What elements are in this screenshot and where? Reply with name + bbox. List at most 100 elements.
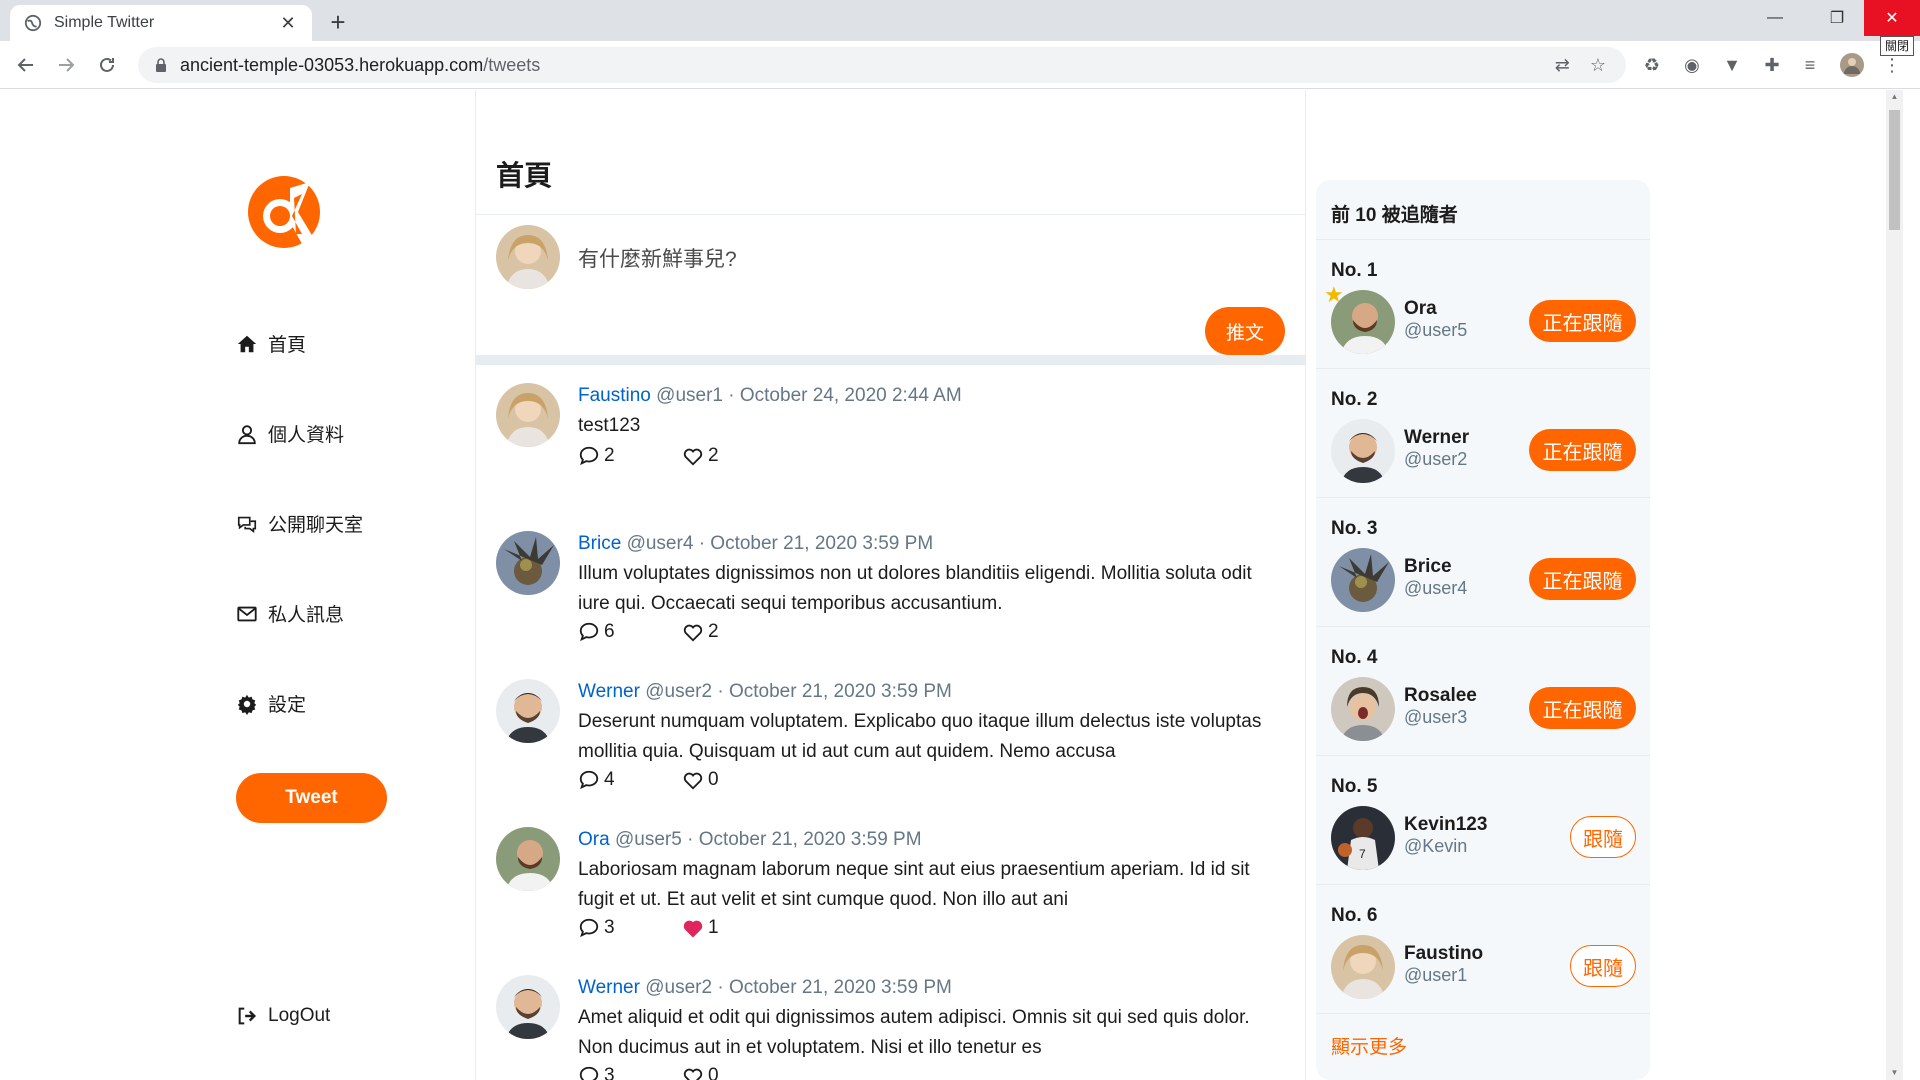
like-button[interactable]: 1 (682, 917, 786, 939)
following-button[interactable]: 正在跟隨 (1529, 429, 1636, 471)
top-user-avatar[interactable] (1331, 935, 1395, 999)
composer-input[interactable]: 有什麼新鮮事兒? (578, 243, 737, 273)
kebab-menu-icon[interactable]: ⋮ (1880, 53, 1904, 77)
top-user-handle: @user4 (1404, 578, 1468, 598)
tweet-author-name[interactable]: Werner (578, 681, 640, 702)
top-user-name[interactable]: Faustino (1404, 943, 1483, 965)
nav-private-messages-label: 私人訊息 (268, 605, 345, 626)
top-user-item: No. 5 7 Kevin123 @Kevin 跟隨 (1316, 756, 1650, 885)
restore-button[interactable]: ❐ (1806, 0, 1868, 36)
browser-tab[interactable]: Simple Twitter ✕ (10, 5, 312, 41)
arrow-right-icon (59, 58, 75, 72)
url-path: /tweets (483, 54, 541, 75)
following-button[interactable]: 正在跟隨 (1529, 558, 1636, 600)
extension-v-icon[interactable]: ▼ (1720, 53, 1744, 77)
tweet-avatar[interactable] (496, 383, 560, 447)
top-user-name[interactable]: Ora (1404, 298, 1437, 320)
tweet-timestamp: October 24, 2020 2:44 AM (739, 385, 962, 406)
tweet-item[interactable]: Werner @user2 · October 21, 2020 3:59 PM… (476, 661, 1305, 809)
like-button[interactable]: 2 (682, 621, 786, 643)
like-button[interactable]: 2 (682, 445, 786, 467)
tweet-item[interactable]: Werner @user2 · October 21, 2020 3:59 PM… (476, 957, 1305, 1080)
nav-profile[interactable]: 個人資料 (236, 420, 344, 447)
tweet-avatar[interactable] (496, 679, 560, 743)
extension-circle-icon[interactable]: ◉ (1680, 53, 1704, 77)
tweet-item[interactable]: Ora @user5 · October 21, 2020 3:59 PM La… (476, 809, 1305, 957)
top-user-handle: @user5 (1404, 320, 1468, 340)
top-user-name[interactable]: Werner (1404, 427, 1469, 449)
rank-number: No. 5 (1331, 776, 1378, 797)
extensions-puzzle-icon[interactable]: ✚ (1760, 53, 1784, 77)
back-button[interactable] (12, 51, 40, 79)
like-count: 2 (708, 621, 719, 642)
nav-public-chat-label: 公開聊天室 (268, 515, 364, 536)
rank-number: No. 1 (1331, 260, 1378, 281)
profile-avatar-icon[interactable] (1840, 53, 1864, 77)
tweet-actions: 6 2 (578, 621, 786, 643)
like-count: 1 (708, 917, 719, 938)
tweet-composer: 有什麼新鮮事兒? 推文 (476, 215, 1305, 365)
tweet-separator: · (717, 681, 724, 702)
tweet-author-name[interactable]: Faustino (578, 385, 651, 406)
forward-button[interactable] (52, 51, 80, 79)
tab-close-icon[interactable]: ✕ (278, 13, 298, 34)
like-count: 0 (708, 1065, 719, 1080)
tweet-avatar[interactable] (496, 531, 560, 595)
reply-count: 3 (604, 917, 615, 938)
reply-button[interactable]: 6 (578, 621, 682, 643)
new-tab-button[interactable]: + (322, 6, 354, 38)
tweet-avatar[interactable] (496, 975, 560, 1039)
follow-button[interactable]: 跟隨 (1570, 816, 1636, 858)
scrollbar-thumb[interactable] (1889, 110, 1900, 230)
post-tweet-button[interactable]: 推文 (1205, 307, 1285, 355)
follow-button[interactable]: 跟隨 (1570, 945, 1636, 987)
scroll-up-icon[interactable]: ▲ (1886, 90, 1903, 104)
sidebar-tweet-button[interactable]: Tweet (236, 773, 387, 823)
top-user-item: No. 3 Brice @user4 正在跟隨 (1316, 498, 1650, 627)
top-user-avatar[interactable] (1331, 419, 1395, 483)
bookmark-star-icon[interactable]: ☆ (1590, 55, 1606, 76)
top-user-avatar[interactable]: 7 (1331, 806, 1395, 870)
close-window-button[interactable]: ✕ (1864, 0, 1920, 36)
reload-button[interactable] (93, 51, 121, 79)
reply-button[interactable]: 3 (578, 1065, 682, 1080)
top-user-avatar[interactable] (1331, 548, 1395, 612)
svg-text:7: 7 (1359, 847, 1366, 861)
tweet-author-name[interactable]: Brice (578, 533, 621, 554)
logout-button[interactable]: LogOut (236, 1005, 330, 1027)
following-button[interactable]: 正在跟隨 (1529, 687, 1636, 729)
show-more-link[interactable]: 顯示更多 (1331, 1032, 1407, 1059)
top-user-name[interactable]: Brice (1404, 556, 1452, 578)
translate-icon[interactable]: ⇄ (1555, 55, 1570, 76)
following-button[interactable]: 正在跟隨 (1529, 300, 1636, 342)
nav-private-messages[interactable]: 私人訊息 (236, 600, 344, 627)
reading-list-icon[interactable]: ≡ (1798, 53, 1822, 77)
tweet-author-name[interactable]: Ora (578, 829, 610, 850)
tweet-avatar[interactable] (496, 827, 560, 891)
tweet-meta: Brice @user4 · October 21, 2020 3:59 PM (578, 533, 1285, 555)
like-button[interactable]: 0 (682, 769, 786, 791)
top-user-name[interactable]: Kevin123 (1404, 814, 1487, 836)
minimize-button[interactable]: — (1744, 0, 1806, 36)
reply-button[interactable]: 3 (578, 917, 682, 939)
reply-button[interactable]: 4 (578, 769, 682, 791)
nav-settings[interactable]: 設定 (236, 690, 306, 717)
nav-home-label: 首頁 (268, 335, 307, 356)
like-button[interactable]: 0 (682, 1065, 786, 1080)
rank-number: No. 6 (1331, 905, 1378, 926)
page-scrollbar[interactable]: ▲ ▼ (1886, 90, 1903, 1080)
tweet-item[interactable]: Brice @user4 · October 21, 2020 3:59 PM … (476, 513, 1305, 661)
nav-public-chat[interactable]: 公開聊天室 (236, 510, 363, 537)
tweet-author-handle: @user4 (626, 533, 694, 554)
top-user-name[interactable]: Rosalee (1404, 685, 1477, 707)
address-bar[interactable]: ancient-temple-03053.herokuapp.com/tweet… (138, 47, 1626, 83)
reply-button[interactable]: 2 (578, 445, 682, 467)
top-user-avatar[interactable] (1331, 677, 1395, 741)
alphacamp-logo-icon[interactable] (244, 172, 324, 252)
extension-recycle-icon[interactable]: ♻ (1640, 53, 1664, 77)
tweet-item[interactable]: Faustino @user1 · October 24, 2020 2:44 … (476, 365, 1305, 513)
tweet-actions: 4 0 (578, 769, 786, 791)
tweet-author-name[interactable]: Werner (578, 977, 640, 998)
scroll-down-icon[interactable]: ▼ (1886, 1066, 1903, 1080)
nav-home[interactable]: 首頁 (236, 330, 306, 357)
